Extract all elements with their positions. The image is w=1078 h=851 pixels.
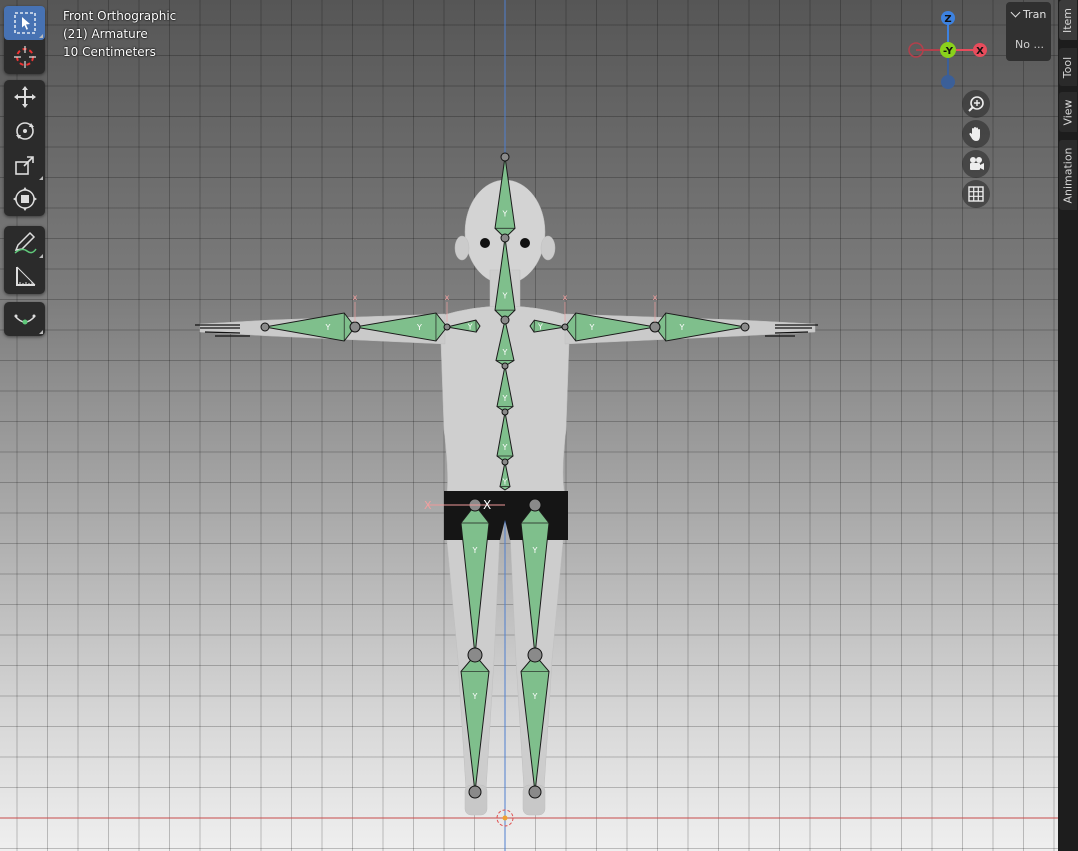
measure-icon — [15, 266, 35, 286]
transform-panel[interactable]: Tran No ... — [1006, 2, 1051, 61]
toolbar-group-annotate — [4, 226, 45, 294]
gizmo-x-label: X — [976, 46, 984, 57]
select-box-icon — [13, 12, 36, 34]
transform-tool[interactable] — [4, 182, 45, 216]
scale-info-label: 10 Centimeters — [63, 45, 156, 59]
bone-joint[interactable] — [527, 647, 543, 663]
bone-joint[interactable] — [528, 498, 542, 512]
tab-view[interactable]: View — [1059, 92, 1077, 132]
bone-joint[interactable] — [528, 785, 542, 799]
toolbar-group-transform — [4, 80, 45, 216]
transform-panel-value: No ... — [1015, 38, 1044, 51]
tab-item[interactable]: Item — [1059, 0, 1077, 40]
bone-joint[interactable] — [500, 233, 510, 243]
bone-roll-tool[interactable] — [4, 302, 45, 336]
chevron-down-icon — [1010, 7, 1021, 18]
bone-joint[interactable] — [467, 647, 483, 663]
tab-tool[interactable]: Tool — [1059, 48, 1077, 86]
svg-text:X: X — [483, 498, 491, 512]
bone-y-label: Y — [537, 322, 543, 331]
arm-x-axis-label: x — [653, 293, 658, 302]
bone-joint[interactable] — [649, 321, 661, 333]
bone-y-label: Y — [472, 546, 478, 555]
transform-panel-header[interactable]: Tran — [1010, 7, 1046, 21]
arm-x-axis-label: x — [353, 293, 358, 302]
gizmo-y-label: -Y — [943, 46, 954, 57]
bone-joint[interactable] — [349, 321, 361, 333]
bone-y-label: Y — [502, 443, 508, 452]
move-tool[interactable] — [4, 80, 45, 114]
object-info-label: (21) Armature — [63, 27, 148, 41]
arm-x-axis-label: x — [563, 293, 568, 302]
sidebar-tabs: Item Tool View Animation — [1058, 0, 1078, 851]
arm-x-axis-label: x — [445, 293, 450, 302]
ortho-toggle-button[interactable] — [962, 180, 990, 208]
bone-joint[interactable] — [260, 322, 270, 332]
bone-joint[interactable] — [443, 323, 451, 331]
bone-y-label: Y — [325, 323, 331, 332]
pan-hand-icon — [969, 127, 980, 141]
bone-y-label: Y — [679, 323, 685, 332]
bone-roll-icon — [13, 314, 36, 325]
select-box-tool[interactable] — [4, 6, 45, 40]
tab-animation[interactable]: Animation — [1059, 140, 1077, 210]
bone-y-label: Y — [532, 692, 538, 701]
bone-y-label: Y — [532, 546, 538, 555]
3d-viewport[interactable]: Y Y Y Y Y Y Y Y Y Y Y Y Y Y Y Y x x x x X X Front Orthogra… — [0, 0, 1058, 851]
cursor-tool[interactable] — [4, 40, 45, 74]
bone-joint[interactable] — [468, 785, 482, 799]
transform-icon — [12, 187, 37, 211]
annotate-icon — [14, 231, 37, 254]
toolbar-group-bone — [4, 302, 45, 336]
svg-text:X: X — [424, 499, 432, 512]
bone-y-label: Y — [502, 348, 508, 357]
bone-joint[interactable] — [561, 323, 569, 331]
camera-icon — [970, 157, 984, 170]
gizmo-z-neg[interactable] — [941, 75, 955, 89]
scale-icon — [14, 156, 34, 175]
bone-joint[interactable] — [500, 315, 510, 325]
bone-y-label: Y — [467, 322, 473, 331]
view-name-label: Front Orthographic — [63, 9, 177, 23]
cursor-icon — [13, 46, 36, 68]
navigation-gizmo[interactable]: Z X -Y — [900, 4, 1000, 96]
bone-y-label: Y — [502, 210, 508, 219]
bone-joint[interactable] — [500, 152, 510, 162]
bone-joint[interactable] — [740, 322, 750, 332]
bone-y-label: Y — [502, 478, 508, 487]
gizmo-z-label: Z — [944, 14, 951, 25]
character-scene[interactable]: Y Y Y Y Y Y Y Y Y Y Y Y Y Y Y Y x x x x X X — [0, 0, 1058, 851]
bone-y-label: Y — [416, 323, 422, 332]
left-eye — [480, 238, 490, 248]
toolbar-group-select — [4, 6, 45, 74]
rotate-icon — [15, 122, 34, 140]
scale-tool[interactable] — [4, 148, 45, 182]
bone-y-label: Y — [589, 323, 595, 332]
right-eye — [520, 238, 530, 248]
camera-view-button[interactable] — [962, 150, 990, 178]
bone-y-label: Y — [502, 291, 508, 300]
bone-joint[interactable] — [501, 458, 509, 466]
bone-y-label: Y — [472, 692, 478, 701]
zoom-icon — [968, 96, 984, 112]
annotate-tool[interactable] — [4, 226, 45, 260]
rotate-tool[interactable] — [4, 114, 45, 148]
pan-button[interactable] — [962, 120, 990, 148]
bone-joint[interactable] — [501, 408, 509, 416]
bone-joint[interactable] — [501, 362, 509, 370]
move-icon — [13, 86, 36, 108]
bone-y-label: Y — [502, 394, 508, 403]
zoom-button[interactable] — [962, 90, 990, 118]
ortho-grid-icon — [968, 186, 984, 202]
measure-tool[interactable] — [4, 260, 45, 294]
